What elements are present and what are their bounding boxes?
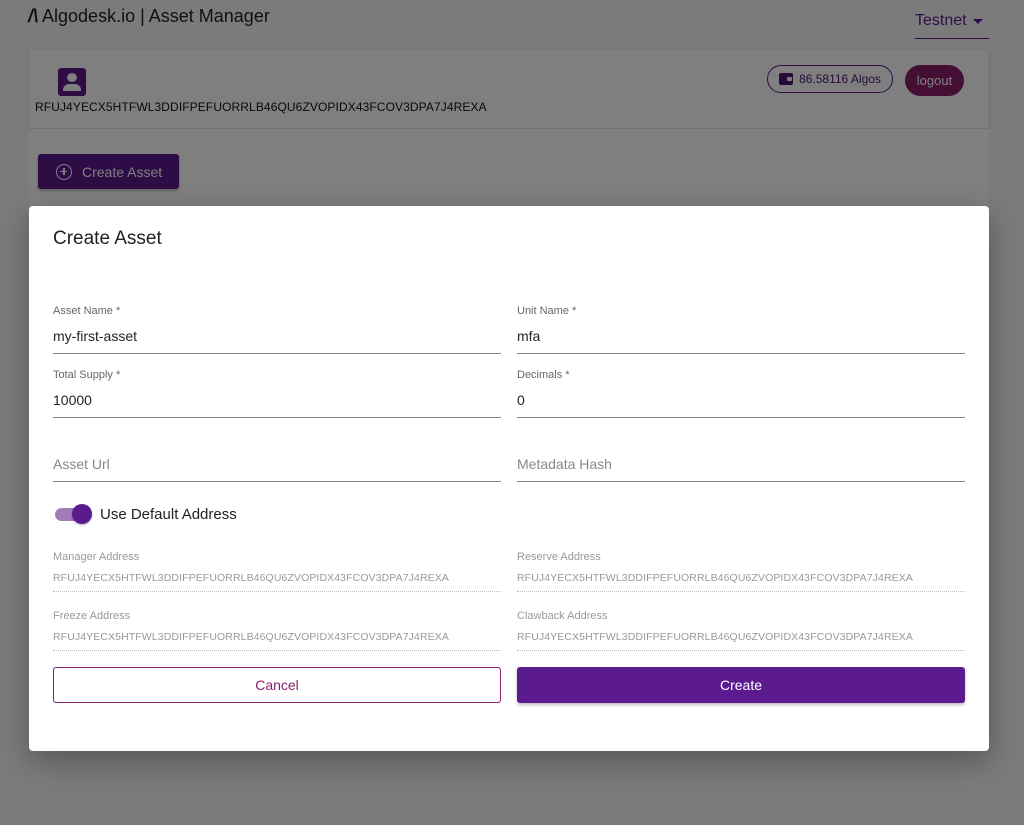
asset-url-field[interactable]: Asset Url bbox=[53, 433, 501, 482]
metadata-hash-input[interactable]: Metadata Hash bbox=[517, 433, 965, 474]
reserve-address-label: Reserve Address bbox=[517, 551, 601, 563]
decimals-field[interactable]: Decimals * 0 bbox=[517, 369, 965, 418]
create-button[interactable]: Create bbox=[517, 667, 965, 703]
unit-name-input[interactable]: mfa bbox=[517, 328, 965, 346]
clawback-address-label: Clawback Address bbox=[517, 610, 608, 622]
asset-name-field[interactable]: Asset Name * my-first-asset bbox=[53, 305, 501, 354]
asset-url-input[interactable]: Asset Url bbox=[53, 433, 501, 474]
asset-name-label: Asset Name * bbox=[53, 305, 121, 317]
total-supply-input[interactable]: 10000 bbox=[53, 392, 501, 410]
freeze-address-value: RFUJ4YECX5HTFWL3DDIFPEFUORRLB46QU6ZVOPID… bbox=[53, 631, 449, 643]
metadata-hash-field[interactable]: Metadata Hash bbox=[517, 433, 965, 482]
create-asset-dialog: Create Asset Asset Name * my-first-asset… bbox=[29, 206, 989, 751]
freeze-address-label: Freeze Address bbox=[53, 610, 131, 622]
asset-name-input[interactable]: my-first-asset bbox=[53, 328, 501, 346]
decimals-input[interactable]: 0 bbox=[517, 392, 965, 410]
manager-address-label: Manager Address bbox=[53, 551, 140, 563]
manager-address-field: Manager Address RFUJ4YECX5HTFWL3DDIFPEFU… bbox=[53, 551, 501, 592]
clawback-address-value: RFUJ4YECX5HTFWL3DDIFPEFUORRLB46QU6ZVOPID… bbox=[517, 631, 913, 643]
clawback-address-field: Clawback Address RFUJ4YECX5HTFWL3DDIFPEF… bbox=[517, 610, 965, 651]
use-default-address-label: Use Default Address bbox=[100, 506, 237, 523]
manager-address-value: RFUJ4YECX5HTFWL3DDIFPEFUORRLB46QU6ZVOPID… bbox=[53, 572, 449, 584]
cancel-button[interactable]: Cancel bbox=[53, 667, 501, 703]
use-default-address-toggle[interactable] bbox=[53, 503, 93, 525]
unit-name-field[interactable]: Unit Name * mfa bbox=[517, 305, 965, 354]
freeze-address-field: Freeze Address RFUJ4YECX5HTFWL3DDIFPEFUO… bbox=[53, 610, 501, 651]
unit-name-label: Unit Name * bbox=[517, 305, 577, 317]
total-supply-field[interactable]: Total Supply * 10000 bbox=[53, 369, 501, 418]
reserve-address-field: Reserve Address RFUJ4YECX5HTFWL3DDIFPEFU… bbox=[517, 551, 965, 592]
dialog-title: Create Asset bbox=[53, 228, 162, 249]
decimals-label: Decimals * bbox=[517, 369, 570, 381]
total-supply-label: Total Supply * bbox=[53, 369, 121, 381]
reserve-address-value: RFUJ4YECX5HTFWL3DDIFPEFUORRLB46QU6ZVOPID… bbox=[517, 572, 913, 584]
